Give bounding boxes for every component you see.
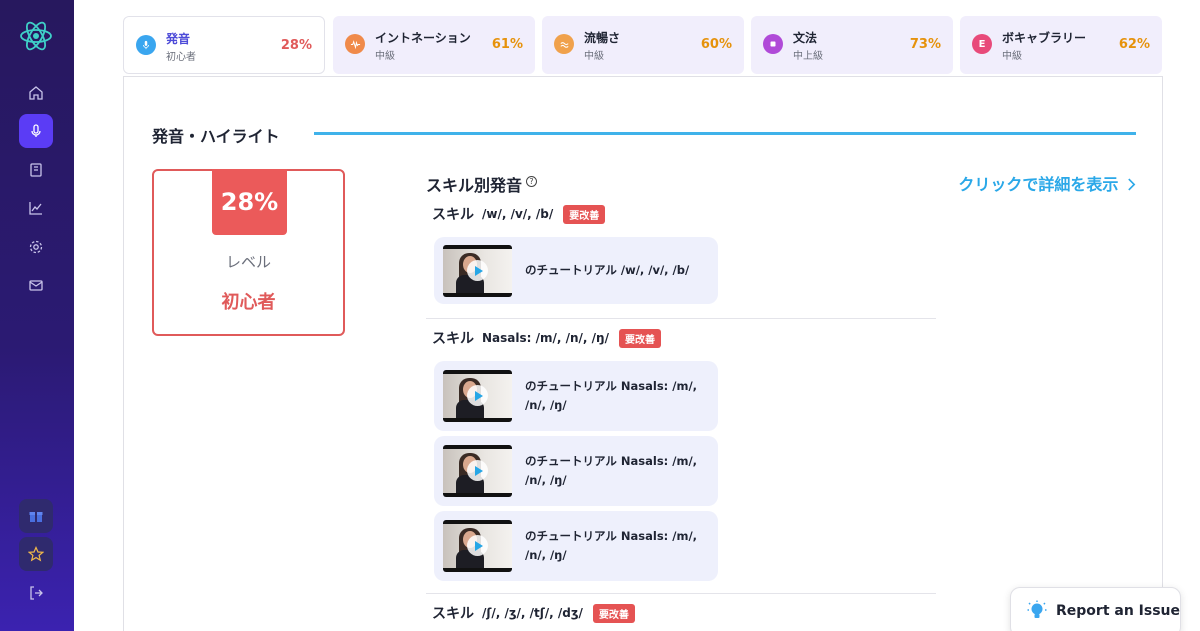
details-link-label: クリックで詳細を表示 (958, 175, 1119, 194)
star-icon (28, 546, 44, 562)
tab-title: 流暢さ (584, 31, 621, 45)
video-thumbnail[interactable] (443, 245, 512, 297)
skill-heading: スキル/ʃ/, /ʒ/, /tʃ/, /dʒ/要改善 (432, 603, 635, 623)
app-logo[interactable] (18, 18, 54, 54)
section-divider (426, 318, 936, 319)
mail-icon (29, 280, 43, 291)
section-divider (426, 593, 936, 594)
needs-improvement-badge: 要改善 (592, 603, 635, 623)
section-title: スキル別発音 (426, 176, 523, 195)
skill-name: Nasals: /m/, /n/, /ŋ/ (482, 331, 609, 345)
tutorial-video-card[interactable]: のチュートリアル Nasals: /m/, /n/, /ŋ/ (434, 361, 718, 431)
tab-title: イントネーション (375, 31, 471, 45)
skill-name: /ʃ/, /ʒ/, /tʃ/, /dʒ/ (482, 606, 583, 620)
video-title: のチュートリアル Nasals: /m/, /n/, /ŋ/ (525, 379, 698, 412)
skill-tab[interactable]: イントネーション 中級 61% (333, 16, 535, 74)
book-icon (30, 163, 42, 177)
chevron-right-icon (1128, 178, 1136, 191)
progress-nav-button[interactable] (19, 191, 53, 225)
tab-percent: 61% (491, 37, 523, 52)
play-icon[interactable] (467, 260, 488, 281)
level-label: レベル (225, 253, 271, 271)
skill-tab[interactable]: 文法中上級 73% (751, 16, 953, 74)
skill-tab[interactable]: 発音初心者 28% (123, 16, 325, 74)
skill-prefix: スキル (432, 606, 474, 622)
video-title: のチュートリアル /w/, /v/, /b/ (525, 263, 690, 277)
lessons-nav-button[interactable] (19, 153, 53, 187)
wave-icon (345, 34, 365, 54)
tab-percent: 60% (700, 37, 732, 52)
tab-level: 中級 (584, 51, 604, 62)
home-nav-button[interactable] (19, 76, 53, 110)
sidebar (0, 0, 74, 631)
logout-icon (30, 586, 43, 600)
report-issue-label: Report an Issue (1056, 603, 1181, 619)
messages-nav-button[interactable] (19, 268, 53, 302)
mic-icon (31, 124, 41, 137)
report-issue-button[interactable]: Report an Issue (1010, 587, 1181, 631)
mic-icon (136, 35, 156, 55)
tutorial-video-card[interactable]: のチュートリアル /w/, /v/, /b/ (434, 237, 718, 304)
level-box: 28% レベル 初心者 (152, 169, 345, 336)
needs-improvement-badge: 要改善 (563, 204, 606, 224)
play-icon[interactable] (467, 385, 488, 406)
tab-title: ボキャブラリー (1002, 31, 1087, 45)
logout-button[interactable] (19, 576, 53, 610)
pronunciation-panel: 発音・ハイライト 28% レベル 初心者 スキル別発音 ? クリックで詳細を表示… (123, 76, 1163, 631)
skill-prefix: スキル (432, 207, 474, 223)
favorites-button[interactable] (19, 537, 53, 571)
gear-icon (29, 240, 43, 254)
video-thumbnail[interactable] (443, 520, 512, 572)
skill-heading: スキル Nasals: /m/, /n/, /ŋ/要改善 (432, 328, 661, 348)
letter-e-icon: E (972, 34, 992, 54)
level-percent: 28% (212, 169, 287, 235)
tab-percent: 28% (280, 38, 312, 53)
skill-name: /w/, /v/, /b/ (482, 207, 554, 221)
details-link[interactable]: クリックで詳細を表示 (958, 171, 1136, 195)
tab-title: 文法 (793, 31, 818, 45)
video-thumbnail[interactable] (443, 445, 512, 497)
home-icon (29, 86, 43, 100)
skill-tab[interactable]: E ボキャブラリー 中級 62% (960, 16, 1162, 74)
tab-level: 中上級 (793, 51, 823, 62)
tab-percent: 62% (1118, 37, 1150, 52)
speaking-nav-button[interactable] (19, 114, 53, 148)
chart-icon (29, 202, 42, 215)
needs-improvement-badge: 要改善 (618, 328, 661, 348)
tab-level: 中級 (375, 51, 395, 62)
skill-heading: スキル/w/, /v/, /b/要改善 (432, 204, 606, 224)
play-icon[interactable] (467, 460, 488, 481)
square-icon (763, 34, 783, 54)
help-icon[interactable]: ? (526, 176, 537, 187)
lightbulb-icon (1027, 600, 1047, 618)
tutorial-video-card[interactable]: のチュートリアル Nasals: /m/, /n/, /ŋ/ (434, 511, 718, 581)
tab-percent: 73% (909, 37, 941, 52)
approx-icon (554, 34, 574, 54)
gift-button[interactable] (19, 499, 53, 533)
skill-prefix: スキル (432, 331, 474, 347)
play-icon[interactable] (467, 535, 488, 556)
panel-title: 発音・ハイライト (152, 127, 280, 146)
title-underline (314, 132, 1136, 135)
skill-tab[interactable]: 流暢さ中級 60% (542, 16, 744, 74)
tutorial-video-card[interactable]: のチュートリアル Nasals: /m/, /n/, /ŋ/ (434, 436, 718, 506)
gift-icon (29, 512, 43, 522)
settings-nav-button[interactable] (19, 230, 53, 264)
tab-level: 中級 (1002, 51, 1022, 62)
level-value: 初心者 (221, 292, 276, 313)
tab-title: 発音 (166, 32, 191, 46)
video-title: のチュートリアル Nasals: /m/, /n/, /ŋ/ (525, 529, 698, 562)
tab-level: 初心者 (166, 52, 196, 63)
video-thumbnail[interactable] (443, 370, 512, 422)
video-title: のチュートリアル Nasals: /m/, /n/, /ŋ/ (525, 454, 698, 487)
